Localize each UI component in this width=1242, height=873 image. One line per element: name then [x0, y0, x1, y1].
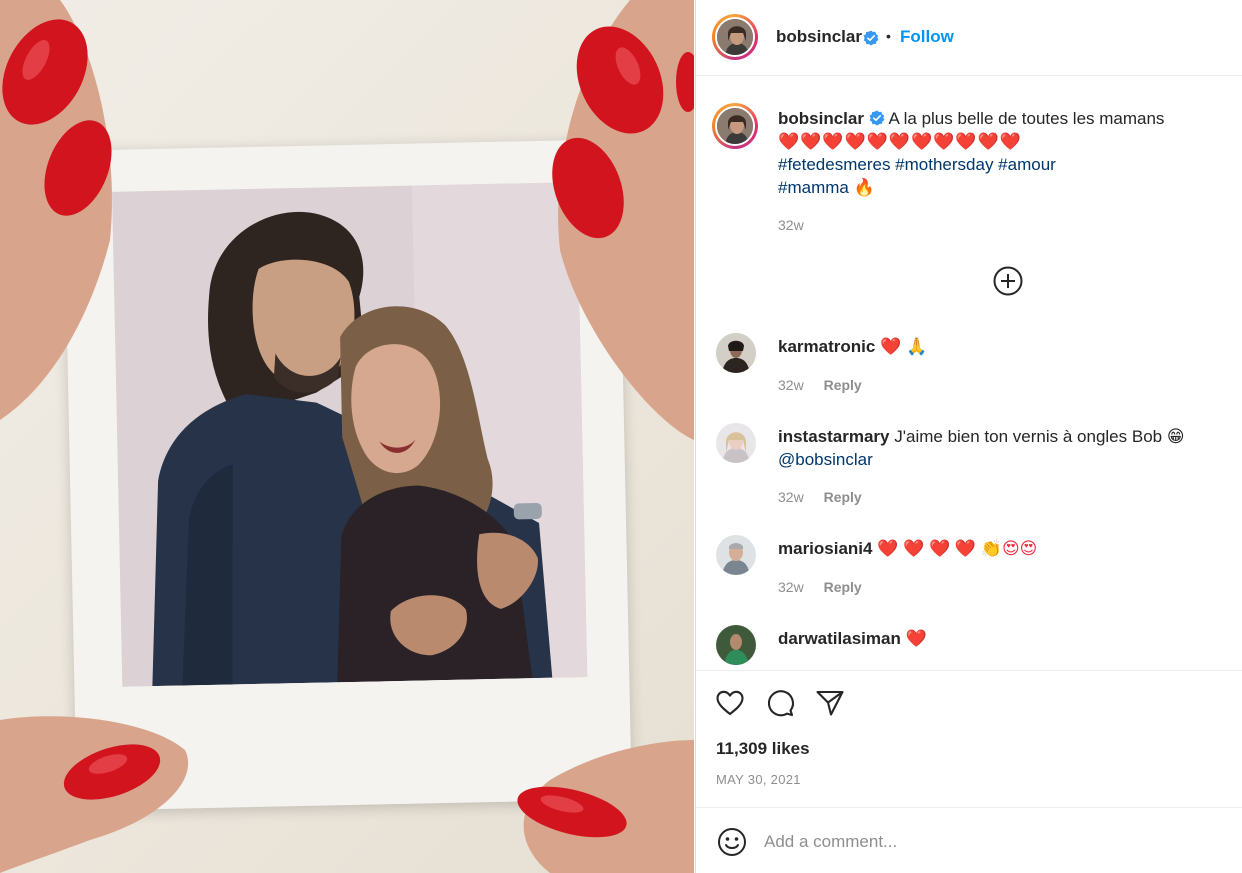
caption-hearts: ❤️❤️❤️❤️❤️❤️❤️❤️❤️❤️❤️ — [778, 132, 1022, 151]
post-header: bobsinclar • Follow — [696, 0, 1242, 76]
left-hand-bottom — [0, 716, 189, 873]
caption-text: A la plus belle de toutes les mamans — [888, 109, 1165, 128]
emoji-icon[interactable] — [716, 826, 748, 858]
comment: mariosiani4 ❤️ ❤️ ❤️ ❤️ 👏😍😍 — [778, 537, 1218, 560]
right-hand-bottom — [517, 740, 694, 873]
author-avatar[interactable] — [712, 14, 758, 60]
comment-timestamp[interactable]: 32w — [778, 579, 804, 595]
caption-hashtag-mamma[interactable]: #mamma — [778, 178, 849, 197]
comment-text: ❤️ — [905, 629, 927, 648]
likes-count[interactable]: 11,309 likes — [716, 739, 810, 759]
post-photo[interactable] — [0, 0, 694, 873]
post-side-panel: bobsinclar • Follow bobsinclar A la plus… — [695, 0, 1242, 873]
left-hand-top — [0, 0, 112, 420]
reply-button[interactable]: Reply — [824, 579, 862, 595]
verified-badge-icon — [863, 30, 879, 46]
comment: karmatronic ❤️ 🙏 — [778, 335, 1218, 358]
comment-username[interactable]: instastarmary — [778, 427, 890, 446]
comment-input[interactable] — [764, 826, 1164, 858]
reply-button[interactable]: Reply — [824, 489, 862, 505]
comment: darwatilasiman ❤️ — [778, 627, 1218, 650]
follow-button[interactable]: Follow — [900, 27, 954, 47]
post-date[interactable]: MAY 30, 2021 — [716, 772, 801, 787]
comment-timestamp[interactable]: 32w — [778, 489, 804, 505]
avatar-image — [717, 19, 753, 55]
commenter-avatar[interactable] — [716, 333, 756, 373]
comment-text: ❤️ ❤️ ❤️ ❤️ 👏😍😍 — [877, 539, 1038, 558]
comment-meta: 32w Reply — [778, 579, 862, 595]
comment-username[interactable]: karmatronic — [778, 337, 875, 356]
caption: bobsinclar A la plus belle de toutes les… — [778, 107, 1218, 199]
avatar-image — [716, 423, 756, 463]
avatar-image — [716, 333, 756, 373]
add-comment-bar — [696, 807, 1242, 873]
comments-scroll-area[interactable]: bobsinclar A la plus belle de toutes les… — [696, 77, 1242, 669]
reply-button[interactable]: Reply — [824, 377, 862, 393]
comment-mention[interactable]: @bobsinclar — [778, 450, 873, 469]
author-username[interactable]: bobsinclar — [776, 27, 862, 47]
comment-timestamp[interactable]: 32w — [778, 377, 804, 393]
comment-username[interactable]: darwatilasiman — [778, 629, 901, 648]
post-actions: 11,309 likes MAY 30, 2021 — [696, 670, 1242, 807]
caption-hashtags[interactable]: #fetedesmeres #mothersday #amour — [778, 155, 1056, 174]
comment-username[interactable]: mariosiani4 — [778, 539, 873, 558]
comment-text: J'aime bien ton vernis à ongles Bob 😁 — [894, 427, 1185, 446]
fire-emoji: 🔥 — [853, 178, 875, 197]
header-separator: • — [886, 28, 891, 44]
verified-badge-icon — [869, 110, 885, 126]
commenter-avatar[interactable] — [716, 535, 756, 575]
commenter-avatar[interactable] — [716, 423, 756, 463]
share-icon[interactable] — [814, 687, 846, 719]
comment-meta: 32w Reply — [778, 489, 862, 505]
like-heart-icon[interactable] — [714, 687, 746, 719]
load-more-comments-icon[interactable] — [992, 265, 1024, 297]
comment-meta: 32w Reply — [778, 377, 862, 393]
avatar-image — [716, 625, 756, 665]
caption-username[interactable]: bobsinclar — [778, 109, 864, 128]
right-hand-top — [552, 0, 694, 440]
comment-text: ❤️ 🙏 — [880, 337, 928, 356]
photo-illustration — [112, 182, 588, 687]
avatar-image — [717, 108, 753, 144]
polaroid-image — [112, 182, 588, 687]
avatar-image — [716, 535, 756, 575]
caption-timestamp[interactable]: 32w — [778, 217, 804, 233]
comment: instastarmary J'aime bien ton vernis à o… — [778, 425, 1218, 471]
comment-icon[interactable] — [764, 687, 796, 719]
commenter-avatar[interactable] — [716, 625, 756, 665]
caption-avatar[interactable] — [712, 103, 758, 149]
